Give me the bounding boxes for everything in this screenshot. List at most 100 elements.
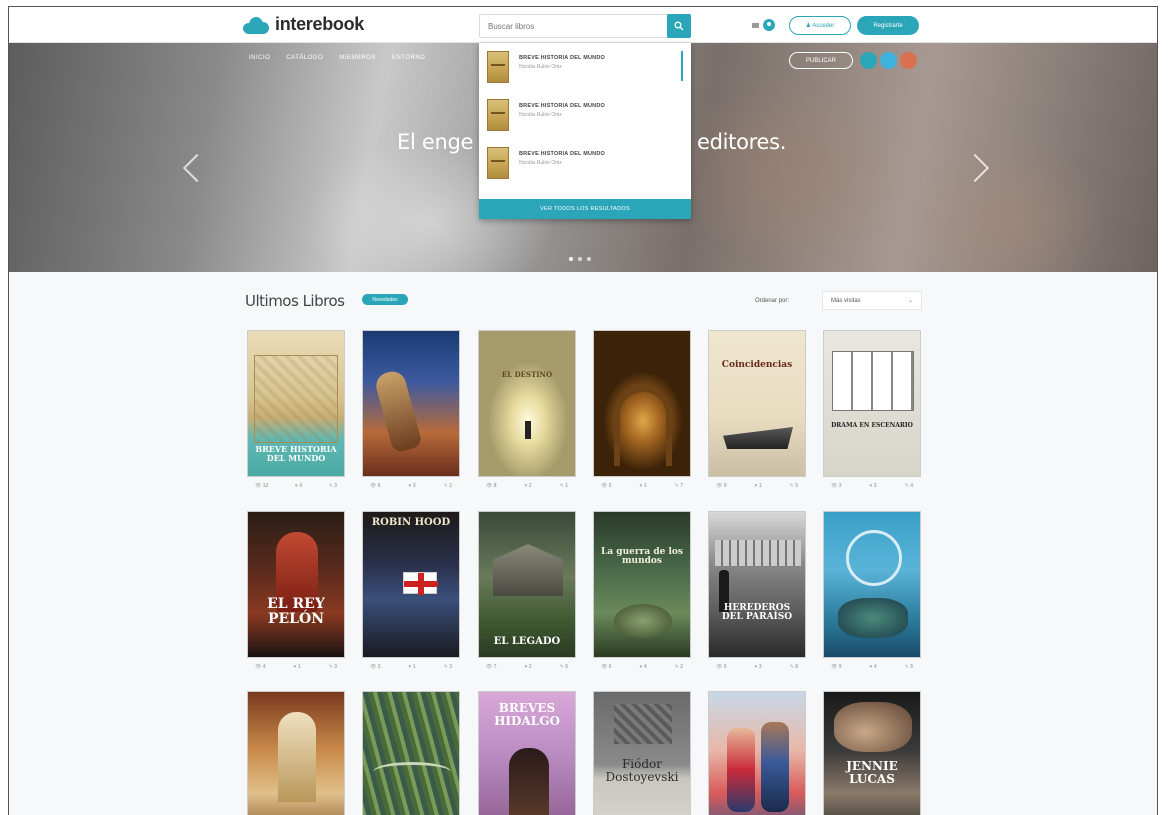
book-cover[interactable] xyxy=(593,330,691,477)
cover-title: La guerra de los mundos xyxy=(601,547,683,567)
nav-item-miembros[interactable]: MIEMBROS xyxy=(339,55,376,61)
nav-item-catalogo[interactable]: CATÁLOGO xyxy=(286,55,323,61)
nav-item-entorno[interactable]: ENTORNO xyxy=(392,55,425,61)
chevron-down-icon: ⌄ xyxy=(907,298,913,304)
book-cover[interactable]: DRAMA EN ESCENARIO xyxy=(823,330,921,477)
user-circle-icon[interactable] xyxy=(763,19,775,31)
search-button[interactable] xyxy=(667,14,691,38)
likes-count: ♥ 4 xyxy=(639,664,647,670)
search-result-item[interactable]: BREVE HISTORIA DEL MUNDO Nicolás Rubio O… xyxy=(487,99,677,139)
comments-count: ✎ 5 xyxy=(904,664,913,670)
man-illustration xyxy=(834,702,912,752)
book-card[interactable]: 👁 9 ♥ 4 ✎ 5 xyxy=(823,511,921,670)
search-icon xyxy=(674,21,684,31)
book-card[interactable]: HEREDEROS DEL PARAÍSO 👁 5 ♥ 3 ✎ 8 xyxy=(708,511,806,670)
order-select-value: Más visitas xyxy=(831,297,861,304)
book-cover[interactable]: HEREDEROS DEL PARAÍSO xyxy=(708,511,806,658)
book-stats: 👁 2 ♥ 1 ✎ 3 xyxy=(362,658,460,670)
cover-title: BREVE HISTORIA DEL MUNDO xyxy=(255,444,337,463)
book-cover[interactable] xyxy=(362,691,460,815)
book-card[interactable]: La guerra de los mundos 👁 6 ♥ 4 ✎ 2 xyxy=(593,511,691,670)
book-cover[interactable]: La guerra de los mundos xyxy=(593,511,691,658)
views-count: 👁 6 xyxy=(370,483,381,489)
google-plus-icon[interactable] xyxy=(900,52,917,69)
result-title: BREVE HISTORIA DEL MUNDO xyxy=(519,103,605,109)
next-slide-arrow-icon[interactable] xyxy=(960,153,990,183)
book-card[interactable]: EL LEGADO 👁 7 ♥ 2 ✎ 6 xyxy=(478,511,576,670)
view-all-results-button[interactable]: VER TODOS LOS RESULTADOS xyxy=(479,199,691,219)
slider-dot[interactable] xyxy=(569,257,573,261)
book-cover[interactable]: JENNIE LUCAS xyxy=(823,691,921,815)
book-card[interactable]: 👁 6 ♥ 3 ✎ 2 xyxy=(362,330,460,489)
likes-count: ♥ 3 xyxy=(754,664,762,670)
book-thumbnail xyxy=(487,51,509,83)
book-cover[interactable]: Fiódor Dostoyevski xyxy=(593,691,691,815)
book-card[interactable] xyxy=(362,691,460,815)
book-card[interactable]: DRAMA EN ESCENARIO 👁 3 ♥ 2 ✎ 4 xyxy=(823,330,921,489)
slider-dot[interactable] xyxy=(578,257,582,261)
book-card[interactable]: Coincidencias 👁 9 ♥ 1 ✎ 5 xyxy=(708,330,806,489)
search-result-item[interactable]: BREVE HISTORIA DEL MUNDO Nicolás Rubio O… xyxy=(487,51,677,91)
twitter-icon[interactable] xyxy=(880,52,897,69)
book-stats: 👁 3 ♥ 2 ✎ 4 xyxy=(823,477,921,489)
search-result-item[interactable]: BREVE HISTORIA DEL MUNDO Nicolás Rubio O… xyxy=(487,147,677,187)
header-icons xyxy=(751,19,775,31)
publish-button[interactable]: PUBLICAR xyxy=(789,52,853,69)
tentacle-illustration xyxy=(614,604,672,638)
man-illustration xyxy=(509,748,549,815)
book-card[interactable]: BREVES HIDALGO xyxy=(478,691,576,815)
comments-count: ✎ 7 xyxy=(674,483,683,489)
login-button[interactable]: ♟ Acceder xyxy=(789,16,851,35)
book-cover[interactable]: ROBIN HOOD xyxy=(362,511,460,658)
book-cover[interactable]: EL REY PELÓN xyxy=(247,511,345,658)
book-cover[interactable] xyxy=(823,511,921,658)
slider-dot[interactable] xyxy=(587,257,591,261)
key-ring-illustration xyxy=(846,530,902,586)
prev-slide-arrow-icon[interactable] xyxy=(182,153,212,183)
result-title: BREVE HISTORIA DEL MUNDO xyxy=(519,151,605,157)
book-stats: 👁 5 ♥ 3 ✎ 8 xyxy=(708,658,806,670)
book-card[interactable]: ROBIN HOOD 👁 2 ♥ 1 ✎ 3 xyxy=(362,511,460,670)
book-card[interactable]: EL DESTINO 👁 8 ♥ 2 ✎ 1 xyxy=(478,330,576,489)
arch-illustration xyxy=(614,386,672,466)
book-card[interactable]: EL REY PELÓN 👁 4 ♥ 1 ✎ 3 xyxy=(247,511,345,670)
cloud-logo-icon xyxy=(243,16,269,34)
register-button[interactable]: Registrarte xyxy=(857,16,919,35)
cover-title: JENNIE LUCAS xyxy=(846,759,898,786)
views-count: 👁 9 xyxy=(716,483,727,489)
book-cover[interactable]: BREVE HISTORIA DEL MUNDO xyxy=(247,330,345,477)
logo-text: interebook xyxy=(275,14,365,34)
book-card[interactable]: JENNIE LUCAS xyxy=(823,691,921,815)
children-illustration xyxy=(838,598,908,638)
nav-item-inicio[interactable]: INICIO xyxy=(249,55,270,61)
facebook-icon[interactable] xyxy=(860,52,877,69)
house-illustration xyxy=(493,544,563,596)
book-card[interactable]: 👁 5 ♥ 1 ✎ 7 xyxy=(593,330,691,489)
likes-count: ♥ 2 xyxy=(524,483,532,489)
cart-icon[interactable] xyxy=(751,21,760,30)
book-cover[interactable] xyxy=(362,330,460,477)
search-input[interactable] xyxy=(480,15,666,37)
order-select[interactable]: Más visitas ⌄ xyxy=(822,291,922,310)
book-cover[interactable] xyxy=(708,691,806,815)
likes-count: ♥ 3 xyxy=(408,483,416,489)
likes-count: ♥ 1 xyxy=(293,664,301,670)
book-stats: 👁 9 ♥ 1 ✎ 5 xyxy=(708,477,806,489)
book-cover[interactable] xyxy=(247,691,345,815)
book-card[interactable]: Fiódor Dostoyevski xyxy=(593,691,691,815)
views-count: 👁 9 xyxy=(831,664,842,670)
new-badge[interactable]: Novedades xyxy=(362,294,408,305)
couple-illustration xyxy=(727,728,755,812)
book-cover[interactable]: EL DESTINO xyxy=(478,330,576,477)
section-title: Ultimos Libros xyxy=(245,292,345,310)
book-card[interactable] xyxy=(247,691,345,815)
book-cover[interactable]: Coincidencias xyxy=(708,330,806,477)
dropdown-scrollbar[interactable] xyxy=(681,51,683,81)
book-cover[interactable]: EL LEGADO xyxy=(478,511,576,658)
logo[interactable]: interebook xyxy=(243,14,364,35)
hero-headline-left: El enge xyxy=(397,130,474,154)
book-card[interactable] xyxy=(708,691,806,815)
views-count: 👁 12 xyxy=(255,483,269,489)
book-card[interactable]: BREVE HISTORIA DEL MUNDO 👁 12 ♥ 4 ✎ 3 xyxy=(247,330,345,489)
book-cover[interactable]: BREVES HIDALGO xyxy=(478,691,576,815)
